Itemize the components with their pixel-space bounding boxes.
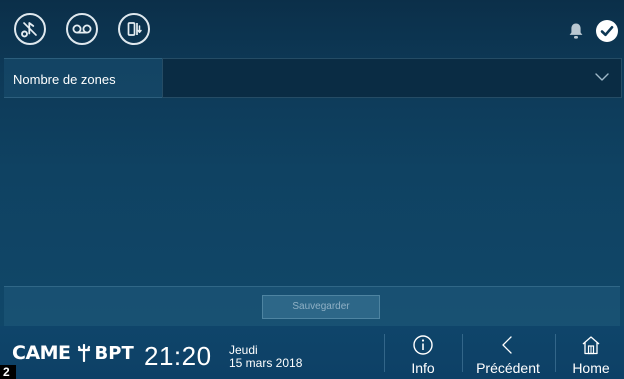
clock-day: Jeudi — [229, 343, 258, 357]
nav-divider — [384, 334, 385, 372]
chevron-down-icon — [595, 73, 609, 81]
top-bar — [0, 0, 624, 58]
info-icon — [413, 335, 433, 355]
info-label: Info — [411, 360, 435, 376]
clock-time: 21:20 — [144, 341, 212, 371]
nav-divider — [462, 334, 463, 372]
zones-setting-row: Nombre de zones — [0, 58, 624, 98]
chevron-left-icon — [502, 336, 512, 354]
clock-date: 15 mars 2018 — [229, 356, 303, 370]
home-icon — [582, 336, 600, 355]
home-label: Home — [572, 360, 610, 376]
settings-screen: Nombre de zones Sauvegarder CAME BPT 21:… — [0, 0, 624, 379]
home-button[interactable]: Home — [566, 334, 616, 376]
logo-bpt: BPT — [94, 342, 134, 364]
info-button[interactable]: Info — [400, 334, 446, 376]
bell-icon[interactable] — [568, 22, 584, 40]
zones-dropdown[interactable] — [162, 58, 622, 98]
came-bpt-logo: CAME BPT — [12, 342, 134, 364]
bottom-bar: CAME BPT 21:20 Jeudi 15 mars 2018 Info P… — [0, 326, 624, 379]
logo-came: CAME — [12, 342, 71, 364]
zones-label-box: Nombre de zones — [4, 58, 162, 98]
save-button[interactable]: Sauvegarder — [262, 295, 380, 319]
door-icon[interactable] — [118, 13, 150, 45]
previous-label: Précédent — [476, 360, 540, 376]
zones-label: Nombre de zones — [13, 72, 116, 87]
music-note-icon[interactable] — [14, 13, 46, 45]
save-bar: Sauvegarder — [4, 286, 620, 326]
previous-button[interactable]: Précédent — [468, 334, 548, 376]
nav-divider — [555, 334, 556, 372]
voicemail-icon[interactable] — [66, 13, 98, 45]
logo-cross-icon — [77, 344, 90, 362]
corner-number-label: 2 — [0, 365, 16, 379]
check-icon[interactable] — [596, 20, 618, 42]
